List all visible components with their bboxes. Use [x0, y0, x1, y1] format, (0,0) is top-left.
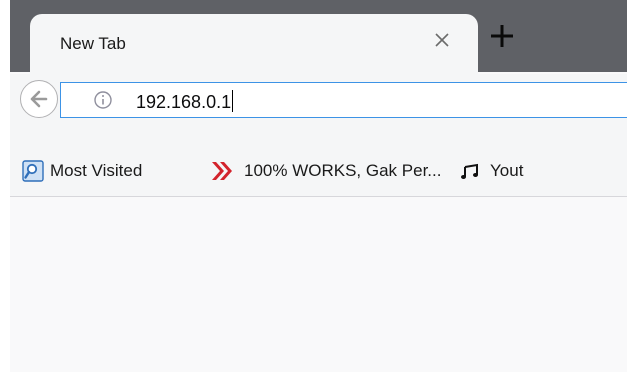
- page-content: [10, 197, 627, 372]
- red-chevrons-icon: [210, 160, 234, 187]
- tab-new-tab[interactable]: New Tab: [30, 14, 478, 74]
- bookmark-label: Yout: [490, 161, 524, 180]
- text-caret: [232, 90, 234, 112]
- tab-title: New Tab: [60, 34, 126, 53]
- browser-window: New Tab 192.168.0.1 Most Visited 100% WO…: [10, 0, 627, 372]
- music-note-icon: [460, 160, 482, 187]
- url-input[interactable]: 192.168.0.1: [136, 90, 234, 113]
- bookmark-label: 100% WORKS, Gak Per...: [244, 161, 442, 180]
- back-arrow-icon: [30, 90, 48, 108]
- url-value: 192.168.0.1: [136, 92, 232, 112]
- most-visited-icon: [22, 160, 44, 187]
- close-icon[interactable]: [430, 28, 454, 52]
- info-icon[interactable]: [93, 90, 113, 115]
- bookmark-label: Most Visited: [50, 161, 143, 180]
- navigation-toolbar: 192.168.0.1: [10, 74, 627, 148]
- back-button[interactable]: [20, 80, 58, 118]
- tab-strip: New Tab: [10, 0, 627, 74]
- bookmarks-toolbar: Most Visited 100% WORKS, Gak Per... Yout: [10, 148, 627, 197]
- plus-icon[interactable]: [488, 22, 516, 50]
- url-bar[interactable]: 192.168.0.1: [60, 82, 627, 118]
